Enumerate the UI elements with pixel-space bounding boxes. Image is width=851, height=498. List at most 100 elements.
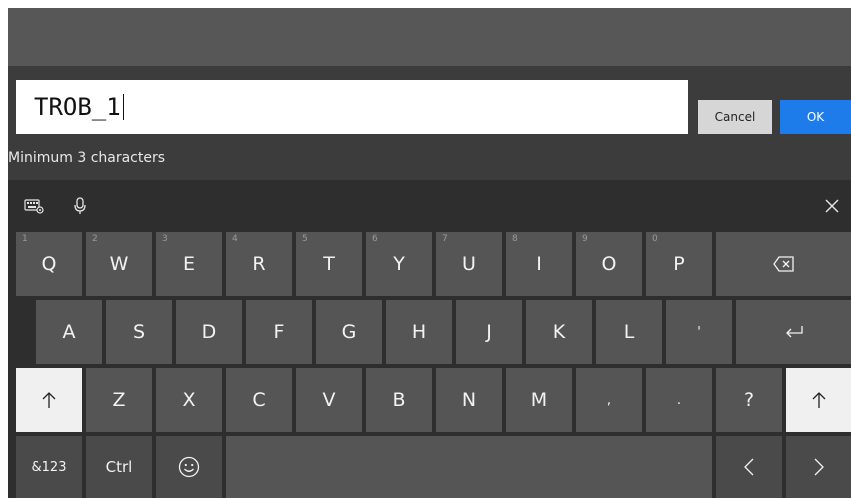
key-e-label: E [182, 253, 195, 275]
key-e[interactable]: 3E [156, 232, 222, 296]
key-b[interactable]: B [366, 368, 432, 432]
key-period[interactable]: . [646, 368, 712, 432]
microphone-icon[interactable] [68, 194, 92, 218]
name-input[interactable]: TROB_1 [16, 80, 688, 134]
touch-keyboard: 1Q 2W 3E 4R 5T 6Y 7U 8I 9O 0P A S D F G … [8, 180, 851, 498]
key-s-label: S [132, 321, 146, 343]
key-period-label: . [676, 392, 682, 408]
key-e-number: 3 [162, 234, 168, 244]
key-l-label: L [623, 321, 635, 343]
key-r-number: 4 [232, 234, 238, 244]
key-u-label: U [462, 253, 476, 275]
key-d-label: D [201, 321, 217, 343]
key-x-label: X [182, 389, 196, 411]
ok-button[interactable]: OK [780, 100, 851, 134]
key-p-label: P [673, 253, 685, 275]
key-s[interactable]: S [106, 300, 172, 364]
key-question[interactable]: ? [716, 368, 782, 432]
key-question-label: ? [743, 389, 755, 411]
key-y-label: Y [393, 253, 405, 275]
right-arrow-key[interactable] [786, 436, 851, 498]
emoji-key[interactable] [156, 436, 222, 498]
entry-panel: TROB_1 Cancel OK Minimum 3 characters [8, 66, 851, 180]
key-z-label: Z [112, 389, 126, 411]
key-w[interactable]: 2W [86, 232, 152, 296]
name-input-value: TROB_1 [34, 93, 121, 121]
symbols-key-label: &123 [31, 459, 67, 475]
key-n[interactable]: N [436, 368, 502, 432]
key-m[interactable]: M [506, 368, 572, 432]
key-t-number: 5 [302, 234, 308, 244]
key-z[interactable]: Z [86, 368, 152, 432]
close-icon[interactable] [820, 194, 844, 218]
key-t[interactable]: 5T [296, 232, 362, 296]
key-comma-label: , [606, 392, 612, 408]
key-c[interactable]: C [226, 368, 292, 432]
chevron-right-icon [814, 458, 824, 476]
key-u-number: 7 [442, 234, 448, 244]
backspace-icon [772, 256, 795, 272]
keyboard-settings-icon[interactable] [22, 194, 46, 218]
key-q-number: 1 [22, 234, 28, 244]
key-w-label: W [109, 253, 129, 275]
key-g[interactable]: G [316, 300, 382, 364]
key-o-number: 9 [582, 234, 588, 244]
key-k[interactable]: K [526, 300, 592, 364]
key-p-number: 0 [652, 234, 658, 244]
key-y[interactable]: 6Y [366, 232, 432, 296]
key-f-label: F [273, 321, 285, 343]
cancel-button[interactable]: Cancel [698, 100, 772, 134]
key-k-label: K [552, 321, 566, 343]
key-x[interactable]: X [156, 368, 222, 432]
key-h-label: H [411, 321, 427, 343]
shift-key-right[interactable] [786, 368, 851, 432]
keyboard-dialog: TROB_1 Cancel OK Minimum 3 characters 1 … [8, 8, 851, 498]
key-apostrophe[interactable]: ' [666, 300, 732, 364]
key-apostrophe-label: ' [697, 324, 701, 340]
space-key[interactable] [226, 436, 712, 498]
shift-key-left[interactable] [16, 368, 82, 432]
key-o-label: O [601, 253, 617, 275]
key-n-label: N [461, 389, 477, 411]
key-j[interactable]: J [456, 300, 522, 364]
key-w-number: 2 [92, 234, 98, 244]
key-v[interactable]: V [296, 368, 362, 432]
key-l[interactable]: L [596, 300, 662, 364]
key-o[interactable]: 9O [576, 232, 642, 296]
key-d[interactable]: D [176, 300, 242, 364]
key-f[interactable]: F [246, 300, 312, 364]
key-g-label: G [341, 321, 357, 343]
key-v-label: V [322, 389, 336, 411]
key-comma[interactable]: , [576, 368, 642, 432]
text-caret [122, 94, 124, 120]
ctrl-key-label: Ctrl [105, 458, 133, 476]
ctrl-key[interactable]: Ctrl [86, 436, 152, 498]
key-c-label: C [252, 389, 266, 411]
chevron-left-icon [744, 458, 754, 476]
key-u[interactable]: 7U [436, 232, 502, 296]
left-arrow-key[interactable] [716, 436, 782, 498]
enter-icon [784, 325, 804, 339]
key-a[interactable]: A [36, 300, 102, 364]
key-r-label: R [252, 253, 266, 275]
header-bar [8, 8, 851, 66]
key-p[interactable]: 0P [646, 232, 712, 296]
shift-arrow-icon [812, 391, 826, 409]
key-q[interactable]: 1Q [16, 232, 82, 296]
key-i-number: 8 [512, 234, 518, 244]
shift-arrow-icon [42, 391, 56, 409]
enter-key[interactable] [736, 300, 851, 364]
key-a-label: A [62, 321, 76, 343]
key-t-label: T [323, 253, 335, 275]
backspace-key[interactable] [716, 232, 851, 296]
key-b-label: B [392, 389, 406, 411]
input-hint: Minimum 3 characters [8, 150, 166, 166]
key-m-label: M [530, 389, 548, 411]
emoji-icon [178, 456, 200, 478]
key-h[interactable]: H [386, 300, 452, 364]
key-i-label: I [536, 253, 542, 275]
symbols-key[interactable]: &123 [16, 436, 82, 498]
key-i[interactable]: 8I [506, 232, 572, 296]
key-q-label: Q [41, 253, 57, 275]
key-r[interactable]: 4R [226, 232, 292, 296]
